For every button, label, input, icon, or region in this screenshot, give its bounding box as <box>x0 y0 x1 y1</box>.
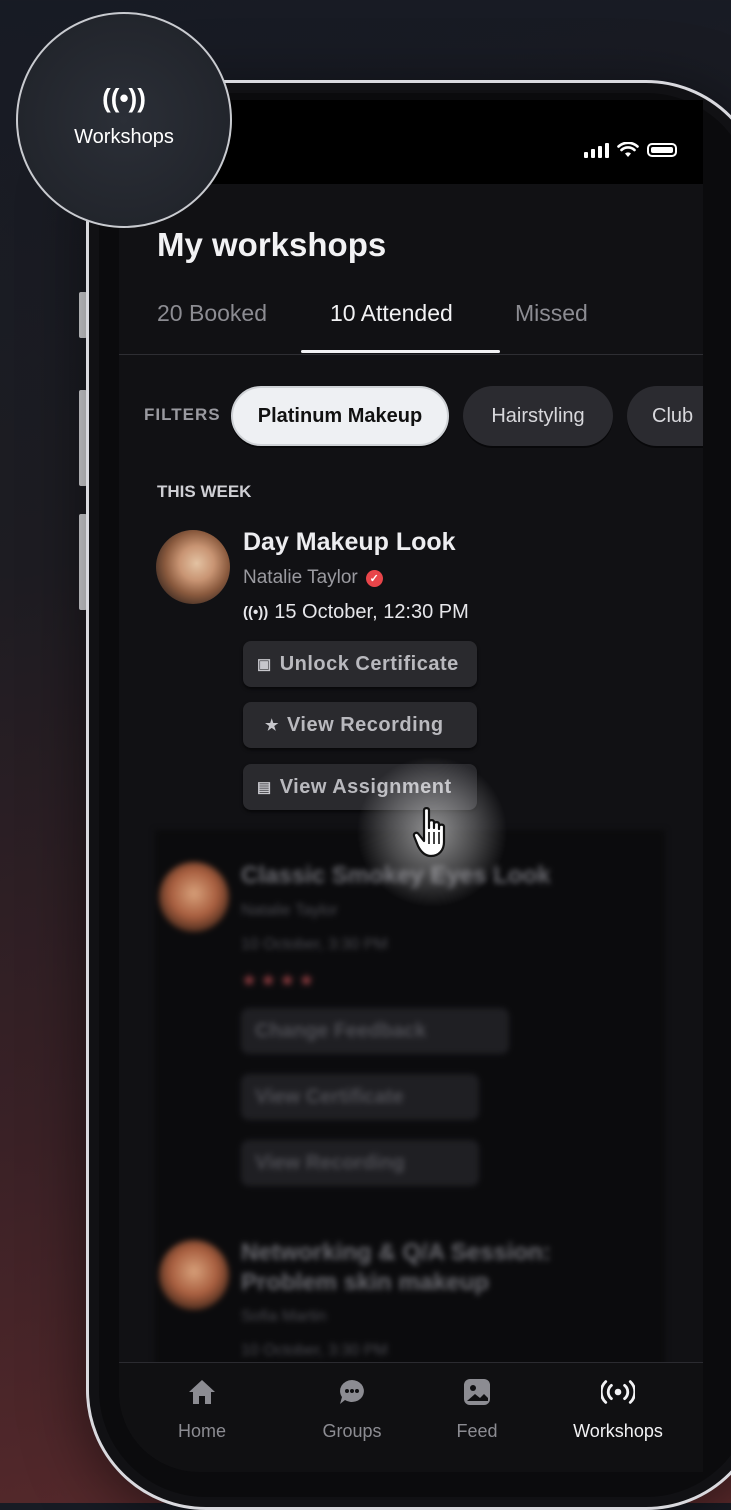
nav-groups-label: Groups <box>322 1421 382 1441</box>
filter-chip-club[interactable]: Club <box>627 386 703 446</box>
nav-workshops-label: Workshops <box>573 1421 663 1441</box>
nav-groups[interactable]: Groups <box>292 1375 412 1442</box>
tab-booked[interactable]: 20 Booked <box>157 300 267 327</box>
host-name: Natalie Taylor <box>243 567 358 588</box>
home-icon <box>185 1375 219 1409</box>
host-avatar <box>159 1240 229 1310</box>
workshops-callout-label: Workshops <box>74 126 174 148</box>
tab-missed[interactable]: Missed <box>515 300 588 327</box>
workshop-host: Natalie Taylor ✓ <box>243 567 383 589</box>
change-feedback-button: Change Feedback <box>241 1008 509 1054</box>
workshop-datetime: 10 October, 3:30 PM <box>241 1342 388 1359</box>
tab-bar: 20 Booked 10 Attended Missed <box>119 296 703 355</box>
live-broadcast-icon <box>601 1375 635 1409</box>
nav-workshops[interactable]: Workshops <box>558 1375 678 1442</box>
view-recording-button[interactable]: ★ View Recording <box>243 702 477 748</box>
filter-chip-platinum-makeup[interactable]: Platinum Makeup <box>231 386 449 446</box>
tab-attended[interactable]: 10 Attended <box>330 300 453 327</box>
workshop-datetime: 10 October, 3:30 PM <box>241 936 388 953</box>
view-recording-button: View Recording <box>241 1140 479 1186</box>
filters-label: FILTERS <box>144 405 221 424</box>
star-icon: ★ <box>265 717 279 734</box>
datetime-text: 15 October, 12:30 PM <box>274 601 469 623</box>
document-icon: ▤ <box>257 779 272 796</box>
battery-icon <box>647 143 677 157</box>
verified-badge-icon: ✓ <box>365 569 383 587</box>
image-icon <box>460 1375 494 1409</box>
workshop-title: Networking & Q/A Session: Problem skin m… <box>241 1239 551 1296</box>
section-label-this-week: THIS WEEK <box>157 482 252 501</box>
page-title: My workshops <box>157 226 387 263</box>
unlock-certificate-button[interactable]: ▣ Unlock Certificate <box>243 641 477 687</box>
view-certificate-button: View Certificate <box>241 1074 479 1120</box>
host-avatar <box>156 530 230 604</box>
workshop-host: Natalie Taylor <box>241 902 338 919</box>
wifi-icon <box>617 142 639 157</box>
view-recording-label: View Recording <box>286 713 444 736</box>
chat-bubble-icon <box>335 1375 369 1409</box>
host-avatar <box>159 862 229 932</box>
nav-feed-label: Feed <box>456 1421 498 1441</box>
cellular-signal-icon <box>584 142 609 158</box>
active-tab-indicator <box>301 350 500 353</box>
unlock-certificate-label: Unlock Certificate <box>279 652 459 675</box>
filter-chip-hairstyling[interactable]: Hairstyling <box>463 386 613 446</box>
hand-pointer-cursor-icon <box>412 807 446 858</box>
workshop-datetime: ((•)) 15 October, 12:30 PM <box>243 601 469 624</box>
live-broadcast-icon: ((•)) <box>102 83 146 113</box>
certificate-icon: ▣ <box>257 656 272 673</box>
workshops-highlight-callout: ((•)) Workshops <box>16 12 232 228</box>
nav-feed[interactable]: Feed <box>417 1375 537 1442</box>
workshop-title[interactable]: Day Makeup Look <box>243 528 456 557</box>
live-broadcast-icon: ((•)) <box>243 604 269 621</box>
nav-home-label: Home <box>177 1421 226 1441</box>
nav-home[interactable]: Home <box>142 1375 262 1442</box>
bottom-navigation: Home Groups Feed Workshops <box>119 1362 703 1472</box>
workshop-host: Sofia Martin <box>241 1308 327 1325</box>
rating-stars: ★★★★ <box>241 970 318 990</box>
